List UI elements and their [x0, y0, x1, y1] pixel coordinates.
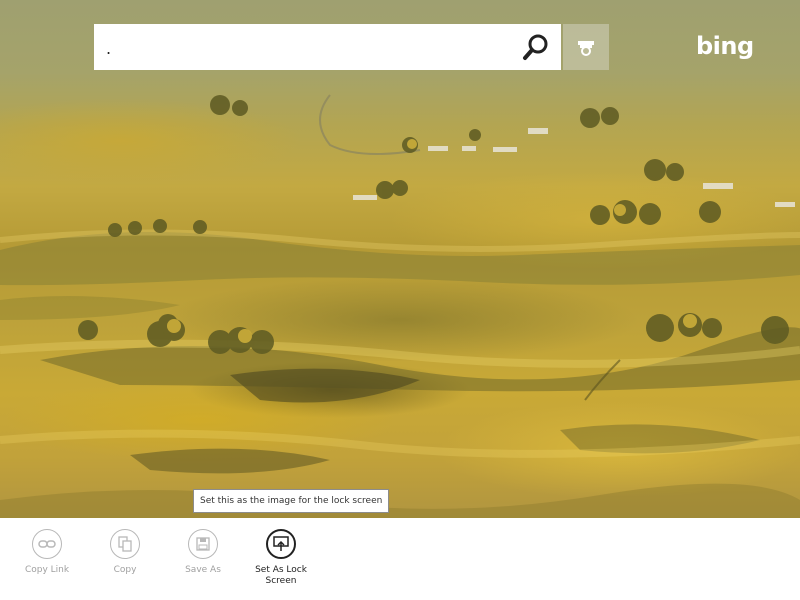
- copy-button[interactable]: Copy: [90, 529, 160, 576]
- link-icon: [38, 540, 56, 548]
- search-icon: [523, 34, 548, 60]
- search-input[interactable]: [104, 32, 508, 64]
- bing-logo: bing: [696, 32, 754, 60]
- landscape-illustration: [0, 94, 800, 518]
- set-as-lock-screen-label: Set As Lock Screen: [255, 565, 307, 586]
- set-as-lock-screen-button[interactable]: Set As Lock Screen: [246, 529, 316, 587]
- save-as-label: Save As: [185, 565, 221, 575]
- copy-ring: [110, 529, 140, 559]
- floppy-disk-icon: [196, 537, 210, 551]
- camera-button[interactable]: [563, 24, 609, 70]
- search-box: [94, 24, 561, 70]
- search-button[interactable]: [519, 30, 553, 64]
- lock-screen-ring: [266, 529, 296, 559]
- lock-screen-icon: [273, 536, 289, 551]
- save-as-button[interactable]: Save As: [168, 529, 238, 576]
- save-as-ring: [188, 529, 218, 559]
- copy-link-ring: [32, 529, 62, 559]
- copy-link-button[interactable]: Copy Link: [12, 529, 82, 576]
- copy-icon: [118, 536, 132, 552]
- copy-label: Copy: [113, 565, 137, 575]
- lock-screen-tooltip: Set this as the image for the lock scree…: [193, 489, 390, 513]
- app-bar: Copy Link Copy Save As Set As Lock Scree…: [0, 518, 800, 600]
- background-image: [0, 0, 800, 518]
- camera-icon: [578, 41, 594, 56]
- copy-link-label: Copy Link: [24, 565, 70, 575]
